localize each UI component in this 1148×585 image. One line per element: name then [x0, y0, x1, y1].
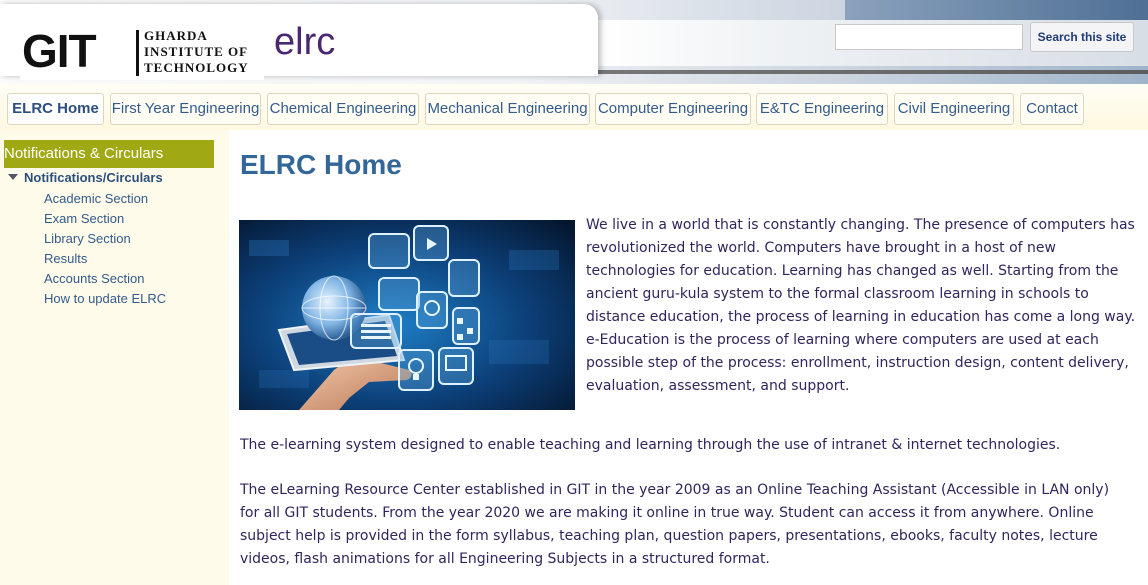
sidebar-heading[interactable]: Notifications & Circulars [4, 140, 214, 168]
hero-illustration [239, 220, 575, 410]
logo-line-3: Technology [144, 60, 249, 75]
elearning-paragraph: The e-learning system designed to enable… [240, 437, 1061, 453]
search-button[interactable]: Search this site [1030, 22, 1134, 52]
tab-civil-engineering[interactable]: Civil Engineering [894, 93, 1014, 125]
logo-mark: GIT [22, 25, 97, 77]
tab-elrc-home[interactable]: ELRC Home [7, 93, 104, 125]
logo-text: Gharda Institute of Technology [144, 28, 249, 76]
collapse-triangle-icon[interactable] [8, 174, 18, 180]
logo-divider [136, 30, 139, 76]
resource-center-paragraph: The eLearning Resource Center establishe… [240, 482, 1110, 567]
e-learning-hero-image [239, 220, 575, 410]
tab-mechanical-engineering[interactable]: Mechanical Engineering [425, 93, 590, 125]
logo-line-2: Institute of [144, 44, 249, 59]
sidebar-item-library-section[interactable]: Library Section [44, 231, 131, 247]
site-header: GIT Gharda Institute of Technology elrc … [0, 0, 1148, 84]
intro-paragraph: We live in a world that is constantly ch… [586, 217, 1136, 394]
sidebar-item-how-to-update-elrc[interactable]: How to update ELRC [44, 291, 166, 307]
sidebar-item-results[interactable]: Results [44, 251, 87, 267]
sidebar-item-accounts-section[interactable]: Accounts Section [44, 271, 144, 287]
tab-chemical-engineering[interactable]: Chemical Engineering [267, 93, 419, 125]
tab-computer-engineering[interactable]: Computer Engineering [595, 93, 751, 125]
sidebar-category-label: Notifications/Circulars [24, 170, 163, 185]
tab-etc-engineering[interactable]: E&TC Engineering [756, 93, 888, 125]
sidebar-item-exam-section[interactable]: Exam Section [44, 211, 124, 227]
git-logo[interactable]: GIT Gharda Institute of Technology [20, 24, 264, 80]
search-input[interactable] [835, 24, 1023, 50]
sidebar-category[interactable]: Notifications/Circulars [8, 170, 163, 186]
tab-first-year-engineering[interactable]: First Year Engineering [110, 93, 261, 125]
sidebar-item-academic-section[interactable]: Academic Section [44, 191, 148, 207]
tab-contact[interactable]: Contact [1020, 93, 1084, 125]
logo-line-1: Gharda [144, 28, 208, 43]
site-name[interactable]: elrc [274, 22, 335, 62]
page-title: ELRC Home [240, 149, 402, 180]
